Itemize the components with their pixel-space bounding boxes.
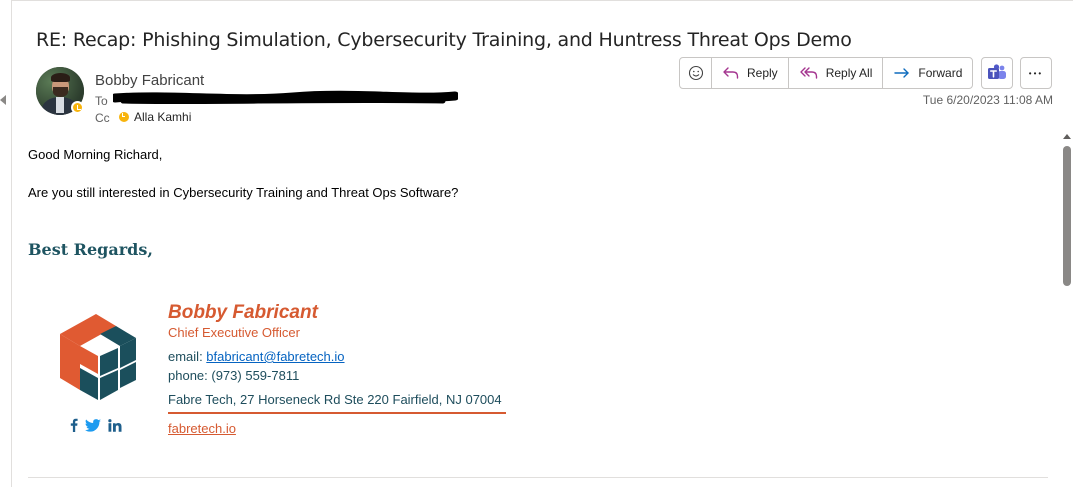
signature-divider — [168, 412, 506, 414]
reply-label: Reply — [747, 66, 778, 80]
forward-label: Forward — [918, 66, 963, 80]
signature-email-link[interactable]: bfabricant@fabretech.io — [206, 349, 344, 364]
forward-icon — [894, 68, 910, 78]
signature-email-line: email: bfabricant@fabretech.io — [168, 349, 345, 364]
signature-phone: (973) 559-7811 — [211, 368, 300, 383]
email-label: email: — [168, 349, 207, 364]
forward-button[interactable]: Forward — [883, 58, 972, 88]
signature-name: Bobby Fabricant — [168, 302, 318, 323]
cc-recipient-name: Alla Kamhi — [134, 110, 192, 124]
teams-chat-button[interactable] — [981, 57, 1013, 89]
redaction-mark — [113, 90, 458, 105]
presence-away-icon — [71, 101, 84, 114]
reply-all-icon — [799, 67, 817, 79]
fabretech-logo — [60, 314, 136, 400]
message-divider — [28, 477, 1048, 478]
presence-away-icon — [119, 112, 129, 122]
greeting: Good Morning Richard, — [28, 147, 163, 162]
closing: Best Regards, — [28, 240, 153, 259]
react-button[interactable] — [680, 58, 712, 88]
to-label: To — [95, 94, 108, 108]
message-actions-toolbar: Reply Reply All Forward — [679, 57, 974, 89]
social-links — [70, 418, 122, 432]
signature-phone-line: phone: (973) 559-7811 — [168, 368, 299, 383]
more-actions-button[interactable]: ••• — [1020, 57, 1052, 89]
reply-all-label: Reply All — [825, 66, 873, 80]
teams-icon — [988, 64, 1006, 79]
scroll-up-arrow-icon[interactable] — [1061, 131, 1073, 141]
twitter-icon[interactable] — [85, 418, 101, 432]
linkedin-icon[interactable] — [108, 418, 122, 432]
cc-label: Cc — [95, 111, 110, 125]
phone-label: phone: — [168, 368, 212, 383]
facebook-icon[interactable] — [70, 418, 78, 432]
reply-icon — [723, 67, 739, 79]
sent-timestamp: Tue 6/20/2023 11:08 AM — [922, 93, 1053, 107]
more-icon: ••• — [1028, 68, 1044, 78]
collapse-caret-icon[interactable] — [0, 95, 6, 105]
reply-button[interactable]: Reply — [712, 58, 789, 88]
cc-recipient[interactable]: Alla Kamhi — [119, 110, 191, 124]
email-subject: RE: Recap: Phishing Simulation, Cybersec… — [36, 29, 852, 51]
signature-address: Fabre Tech, 27 Horseneck Rd Ste 220 Fair… — [168, 392, 502, 407]
vertical-scrollbar-thumb[interactable] — [1063, 146, 1071, 286]
reply-all-button[interactable]: Reply All — [789, 58, 884, 88]
sender-name[interactable]: Bobby Fabricant — [95, 72, 204, 89]
signature-title: Chief Executive Officer — [168, 325, 300, 340]
signature-website-link[interactable]: fabretech.io — [168, 421, 236, 436]
emoji-icon — [688, 65, 703, 81]
message-body: Are you still interested in Cybersecurit… — [28, 185, 459, 200]
